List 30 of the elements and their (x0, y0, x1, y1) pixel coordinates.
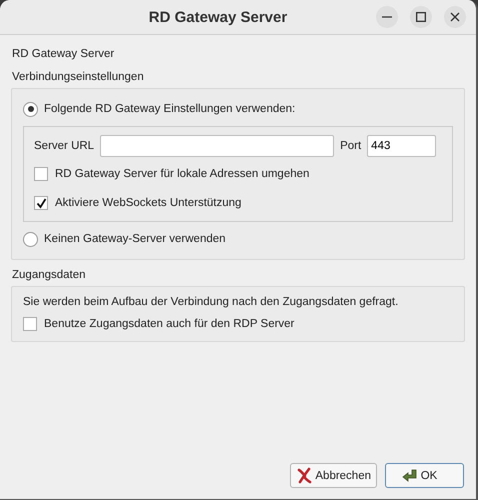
close-icon (450, 12, 460, 22)
radio-label: Folgende RD Gateway Einstellungen verwenden: (44, 103, 296, 115)
ok-button[interactable]: OK (385, 463, 464, 488)
checkbox-label: Aktiviere WebSockets Unterstützung (55, 196, 242, 208)
radio-button[interactable] (23, 232, 38, 246)
cancel-button[interactable]: Abbrechen (290, 463, 377, 488)
check-icon (35, 196, 47, 208)
window-title: RD Gateway Server (148, 8, 288, 26)
radio-button[interactable] (23, 102, 38, 116)
dialog-heading: RD Gateway Server (12, 47, 116, 62)
minimize-icon (382, 16, 392, 18)
cross-icon (296, 467, 312, 484)
section-title: Verbindungseinstellungen (12, 70, 145, 85)
info-text: Sie werden beim Aufbau der Verbindung nach den Zugangsdaten gefragt. (23, 295, 400, 310)
checkbox[interactable] (23, 316, 37, 330)
input-field[interactable]: 443 (367, 135, 436, 157)
check-arrow-icon (400, 467, 418, 484)
section-title: Zugangsdaten (12, 268, 87, 283)
checkbox[interactable] (34, 166, 48, 180)
checkbox-label: RD Gateway Server für lokale Adressen umgehen (55, 168, 310, 180)
checkbox-label: Benutze Zugangsdaten auch für den RDP Server (44, 318, 294, 330)
field-label: Port (340, 140, 362, 152)
input-field[interactable] (100, 135, 334, 157)
maximize-button[interactable] (410, 6, 432, 28)
maximize-icon (416, 12, 426, 22)
radio-label: Keinen Gateway-Server verwenden (44, 233, 226, 245)
minimize-button[interactable] (376, 6, 398, 28)
field-label: Server URL (34, 140, 94, 152)
close-button[interactable] (444, 6, 466, 28)
checkbox[interactable] (34, 196, 48, 210)
